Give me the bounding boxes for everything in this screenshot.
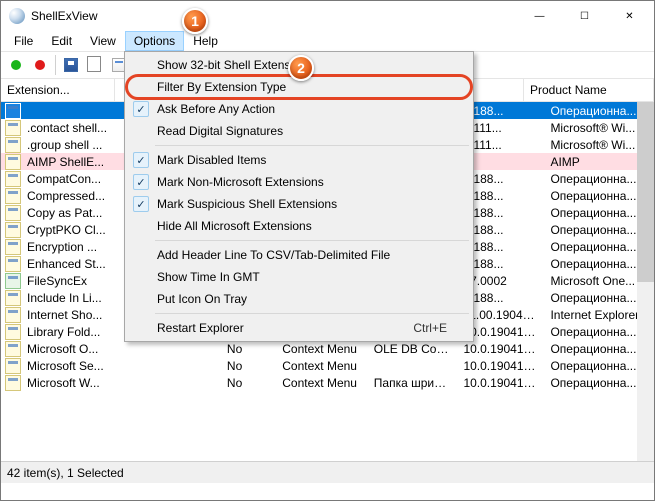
- green-dot-icon: [11, 60, 21, 70]
- check-icon: ✓: [133, 152, 149, 168]
- item-icon: [5, 290, 21, 306]
- cell-description: OLE DB Core S...: [368, 342, 458, 356]
- item-icon: [5, 222, 21, 238]
- menu-edit[interactable]: Edit: [42, 31, 81, 51]
- menu-mark-non-microsoft[interactable]: ✓Mark Non-Microsoft Extensions: [127, 171, 471, 193]
- menu-view[interactable]: View: [81, 31, 125, 51]
- check-icon: ✓: [133, 174, 149, 190]
- item-icon: [5, 358, 21, 374]
- callout-badge-2: 2: [288, 55, 314, 81]
- item-icon: [5, 205, 21, 221]
- cell-version: 10.0.19041.746 ...: [457, 342, 544, 356]
- menu-help[interactable]: Help: [184, 31, 227, 51]
- cell-name: Microsoft Se...: [21, 359, 221, 373]
- red-dot-icon: [35, 60, 45, 70]
- item-icon: [5, 171, 21, 187]
- cell-type: Context Menu: [276, 376, 368, 390]
- menu-file[interactable]: File: [5, 31, 42, 51]
- item-icon: [5, 154, 21, 170]
- save-icon: [64, 58, 78, 72]
- status-text: 42 item(s), 1 Selected: [7, 466, 124, 480]
- menu-separator: [155, 313, 469, 314]
- statusbar: 42 item(s), 1 Selected: [1, 461, 654, 483]
- cell-disabled: No: [221, 376, 276, 390]
- menu-add-header-line[interactable]: Add Header Line To CSV/Tab-Delimited Fil…: [127, 244, 471, 266]
- menu-restart-explorer[interactable]: Restart ExplorerCtrl+E: [127, 317, 471, 339]
- maximize-button[interactable]: ☐: [562, 2, 607, 31]
- table-row[interactable]: Microsoft W...NoContext MenuПапка шрифт.…: [1, 374, 654, 391]
- table-row[interactable]: Microsoft Se...NoContext Menu 10.0.19041.…: [1, 357, 654, 374]
- cell-version: 10.0.19041.188...: [457, 359, 544, 373]
- item-icon: [5, 307, 21, 323]
- item-icon: [5, 103, 21, 119]
- toolbar-separator: [55, 55, 56, 75]
- cell-version: 10.0.19041.188...: [457, 376, 544, 390]
- cell-name: Microsoft O...: [21, 342, 221, 356]
- window-title: ShellExView: [31, 9, 97, 23]
- item-icon: [5, 375, 21, 391]
- item-icon: [5, 120, 21, 136]
- minimize-button[interactable]: —: [517, 2, 562, 31]
- cell-disabled: No: [221, 342, 276, 356]
- options-dropdown: Show 32-bit Shell Extensions Filter By E…: [124, 51, 474, 342]
- close-button[interactable]: ✕: [607, 2, 652, 31]
- menu-separator: [155, 145, 469, 146]
- menu-mark-disabled-items[interactable]: ✓Mark Disabled Items: [127, 149, 471, 171]
- cell-name: Microsoft W...: [21, 376, 221, 390]
- titlebar: ShellExView — ☐ ✕: [1, 1, 654, 31]
- check-icon: ✓: [133, 196, 149, 212]
- item-icon: [5, 273, 21, 289]
- menu-options[interactable]: Options: [125, 31, 184, 51]
- menu-read-digital-signatures[interactable]: Read Digital Signatures: [127, 120, 471, 142]
- cell-type: Context Menu: [276, 359, 368, 373]
- item-icon: [5, 188, 21, 204]
- app-icon: [9, 8, 25, 24]
- item-icon: [5, 137, 21, 153]
- menubar: File Edit View Options Help: [1, 31, 654, 51]
- save-button[interactable]: [60, 54, 82, 76]
- item-icon: [5, 239, 21, 255]
- scrollbar-track[interactable]: [637, 102, 654, 461]
- copy-icon: [89, 58, 101, 72]
- table-row[interactable]: Microsoft O...NoContext MenuOLE DB Core …: [1, 340, 654, 357]
- disable-button[interactable]: [29, 54, 51, 76]
- header-product-name[interactable]: Product Name: [524, 79, 654, 101]
- cell-disabled: No: [221, 359, 276, 373]
- menu-ask-before-any-action[interactable]: ✓Ask Before Any Action: [127, 98, 471, 120]
- menu-hide-all-microsoft[interactable]: Hide All Microsoft Extensions: [127, 215, 471, 237]
- menu-show-time-gmt[interactable]: Show Time In GMT: [127, 266, 471, 288]
- item-icon: [5, 324, 21, 340]
- item-icon: [5, 341, 21, 357]
- menu-separator: [155, 240, 469, 241]
- menu-put-icon-on-tray[interactable]: Put Icon On Tray: [127, 288, 471, 310]
- cell-description: Папка шрифт...: [368, 376, 458, 390]
- check-icon: ✓: [133, 101, 149, 117]
- scrollbar-thumb[interactable]: [637, 102, 654, 282]
- enable-button[interactable]: [5, 54, 27, 76]
- menu-mark-suspicious[interactable]: ✓Mark Suspicious Shell Extensions: [127, 193, 471, 215]
- copy-button[interactable]: [84, 54, 106, 76]
- header-extension-name[interactable]: Extension...: [1, 79, 115, 101]
- callout-badge-1: 1: [182, 8, 208, 34]
- cell-type: Context Menu: [276, 342, 368, 356]
- item-icon: [5, 256, 21, 272]
